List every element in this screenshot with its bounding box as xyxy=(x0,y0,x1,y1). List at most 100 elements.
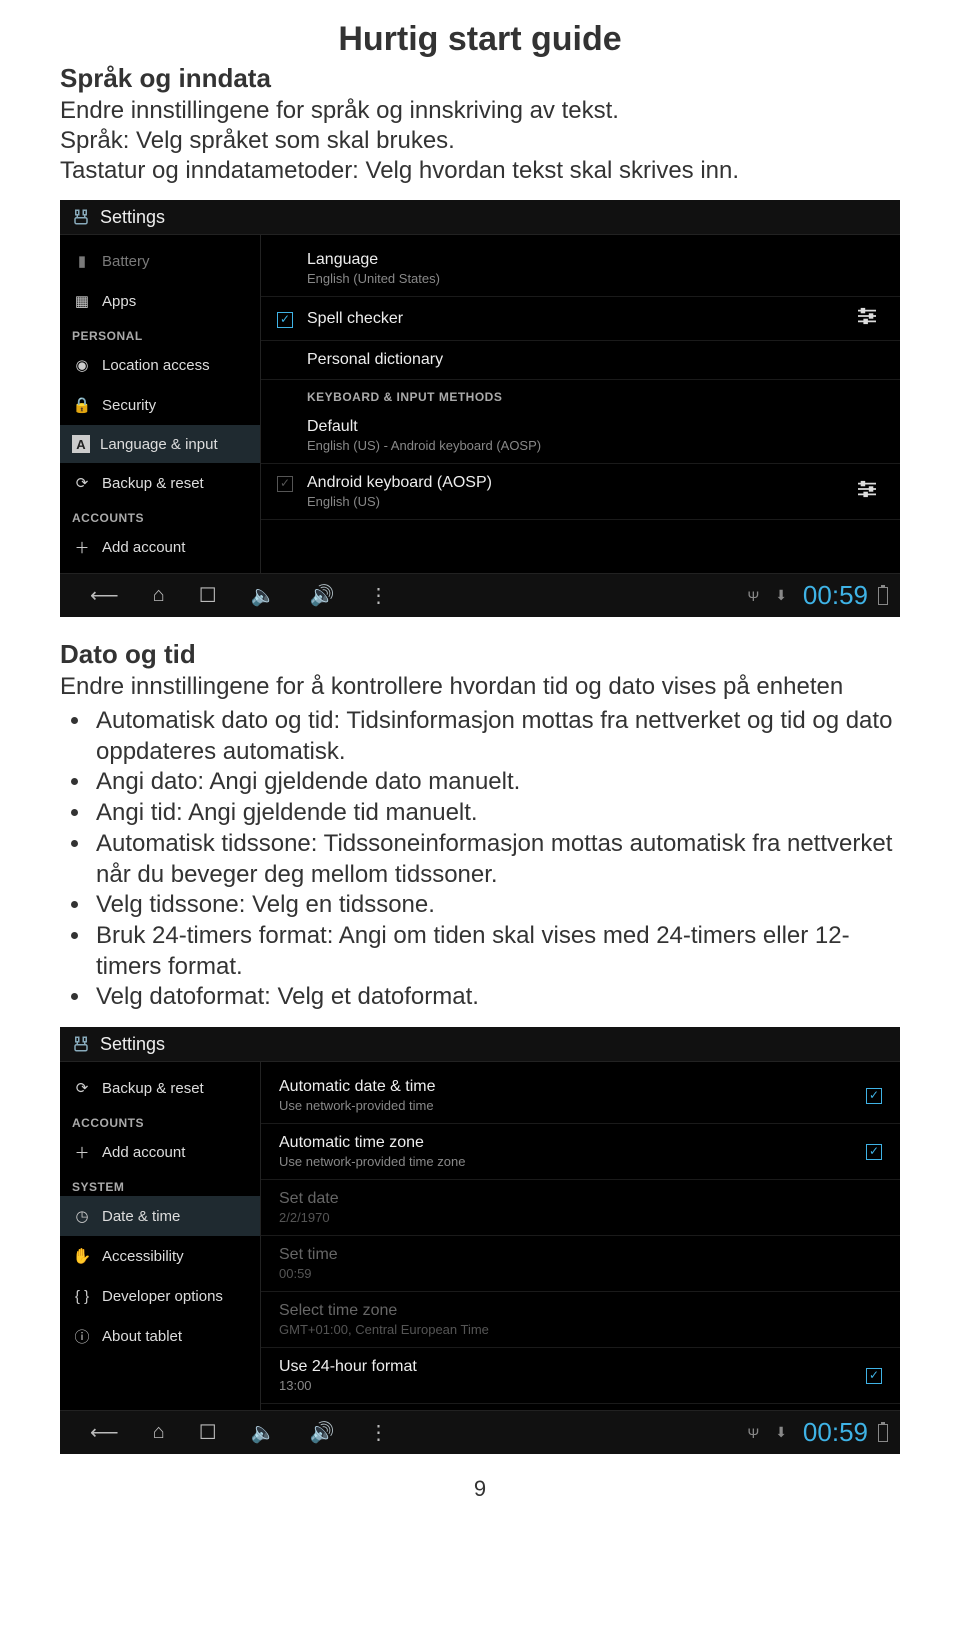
section1-line2: Språk: Velg språket som skal brukes. xyxy=(60,126,900,156)
backup-icon: ⟳ xyxy=(72,1078,92,1098)
sidebar-item-security[interactable]: 🔒 Security xyxy=(60,385,260,425)
menu-icon[interactable]: ⋮ xyxy=(369,583,389,608)
clock-icon: ◷ xyxy=(72,1206,92,1226)
plus-icon: ＋ xyxy=(72,1142,92,1162)
sidebar-item-accessibility[interactable]: ✋ Accessibility xyxy=(60,1236,260,1276)
sidebar-label: Battery xyxy=(102,253,150,270)
sidebar-item-datetime[interactable]: ◷ Date & time xyxy=(60,1196,260,1236)
location-icon: ◉ xyxy=(72,355,92,375)
content-cat-keyboard: KEYBOARD & INPUT METHODS xyxy=(261,380,900,408)
back-icon[interactable]: ⟵ xyxy=(90,1420,119,1445)
bullet-item: Velg datoformat: Velg et datoformat. xyxy=(92,982,900,1013)
section1-line1: Endre innstillingene for språk og innskr… xyxy=(60,96,900,126)
battery-icon: ▮ xyxy=(72,251,92,271)
sidebar-label: Date & time xyxy=(102,1208,180,1225)
info-icon: ⓘ xyxy=(72,1326,92,1346)
row-label: Personal dictionary xyxy=(307,351,443,369)
checkbox-checked-icon[interactable] xyxy=(866,1368,882,1384)
row-label: Language xyxy=(307,251,440,269)
sidebar-label: Backup & reset xyxy=(102,475,204,492)
volume-up-icon[interactable]: 🔊 xyxy=(310,1420,335,1445)
row-sub: 2/2/1970 xyxy=(279,1210,339,1225)
row-auto-datetime[interactable]: Automatic date & time Use network-provid… xyxy=(261,1068,900,1124)
sidebar-item-battery[interactable]: ▮ Battery xyxy=(60,241,260,281)
sidebar-item-apps[interactable]: ▦ Apps xyxy=(60,281,260,321)
download-icon: ⬇ xyxy=(775,587,787,604)
volume-down-icon[interactable]: 🔈 xyxy=(251,1420,276,1445)
sidebar-item-location[interactable]: ◉ Location access xyxy=(60,345,260,385)
row-select-timezone: Select time zone GMT+01:00, Central Euro… xyxy=(261,1292,900,1348)
row-sub: Use network-provided time zone xyxy=(279,1154,465,1169)
menu-icon[interactable]: ⋮ xyxy=(369,1420,389,1445)
sidebar-label: About tablet xyxy=(102,1328,182,1345)
row-default-keyboard[interactable]: Default English (US) - Android keyboard … xyxy=(261,408,900,464)
row-set-time: Set time 00:59 xyxy=(261,1236,900,1292)
row-language[interactable]: Language English (United States) xyxy=(261,241,900,297)
settings-titlebar: Settings xyxy=(60,200,900,235)
sidebar-label: Apps xyxy=(102,293,136,310)
home-icon[interactable]: ⌂ xyxy=(153,584,165,607)
row-sub: 13:00 xyxy=(279,1378,417,1393)
battery-status-icon xyxy=(878,587,888,605)
checkbox-checked-icon[interactable] xyxy=(866,1144,882,1160)
home-icon[interactable]: ⌂ xyxy=(153,1421,165,1444)
sidebar-item-language[interactable]: A Language & input xyxy=(60,425,260,463)
row-label: Spell checker xyxy=(307,310,403,328)
android-navbar: ⟵ ⌂ ☐ 🔈 🔊 ⋮ Ψ ⬇ 00:59 xyxy=(60,573,900,617)
sliders-icon[interactable] xyxy=(856,307,882,330)
page-number: 9 xyxy=(60,1476,900,1502)
checkbox-checked-icon[interactable] xyxy=(277,312,293,328)
row-use-24hour[interactable]: Use 24-hour format 13:00 xyxy=(261,1348,900,1404)
bullet-item: Angi dato: Angi gjeldende dato manuelt. xyxy=(92,767,900,798)
row-sub: Use network-provided time xyxy=(279,1098,436,1113)
row-label: Select time zone xyxy=(279,1302,489,1320)
row-personal-dictionary[interactable]: Personal dictionary xyxy=(261,341,900,380)
row-android-keyboard[interactable]: Android keyboard (AOSP) English (US) xyxy=(261,464,900,520)
recent-icon[interactable]: ☐ xyxy=(199,583,217,608)
settings-sidebar: ▮ Battery ▦ Apps PERSONAL ◉ Location acc… xyxy=(60,235,261,573)
datetime-bullet-list: Automatisk dato og tid: Tidsinformasjon … xyxy=(92,706,900,1013)
sidebar-cat-accounts: ACCOUNTS xyxy=(60,1108,260,1132)
sidebar-item-developer[interactable]: { } Developer options xyxy=(60,1276,260,1316)
hand-icon: ✋ xyxy=(72,1246,92,1266)
row-sub: English (US) xyxy=(307,494,492,509)
download-icon: ⬇ xyxy=(775,1424,787,1441)
row-spell-checker[interactable]: Spell checker xyxy=(261,297,900,341)
recent-icon[interactable]: ☐ xyxy=(199,1420,217,1445)
checkbox-disabled-icon xyxy=(277,476,293,492)
settings-icon xyxy=(70,206,92,228)
sidebar-label: Accessibility xyxy=(102,1248,184,1265)
sidebar-item-about[interactable]: ⓘ About tablet xyxy=(60,1316,260,1356)
sliders-icon[interactable] xyxy=(856,480,882,503)
section-heading-language: Språk og inndata xyxy=(60,63,900,94)
settings-sidebar: ⟳ Backup & reset ACCOUNTS ＋ Add account … xyxy=(60,1062,261,1410)
sidebar-label: Add account xyxy=(102,1144,185,1161)
sidebar-label: Security xyxy=(102,397,156,414)
row-label: Set time xyxy=(279,1246,338,1264)
row-label: Android keyboard (AOSP) xyxy=(307,474,492,492)
sidebar-item-add-account[interactable]: ＋ Add account xyxy=(60,527,260,567)
settings-title: Settings xyxy=(100,207,165,228)
sidebar-label: Add account xyxy=(102,539,185,556)
sidebar-item-backup[interactable]: ⟳ Backup & reset xyxy=(60,463,260,503)
braces-icon: { } xyxy=(72,1286,92,1306)
row-label: Set date xyxy=(279,1190,339,1208)
settings-content: Language English (United States) Spell c… xyxy=(261,235,900,573)
back-icon[interactable]: ⟵ xyxy=(90,583,119,608)
android-navbar: ⟵ ⌂ ☐ 🔈 🔊 ⋮ Ψ ⬇ 00:59 xyxy=(60,1410,900,1454)
battery-status-icon xyxy=(878,1424,888,1442)
settings-title: Settings xyxy=(100,1034,165,1055)
row-sub: English (US) - Android keyboard (AOSP) xyxy=(307,438,541,453)
row-sub: English (United States) xyxy=(307,271,440,286)
section-heading-datetime: Dato og tid xyxy=(60,639,900,670)
checkbox-checked-icon[interactable] xyxy=(866,1088,882,1104)
row-label: Default xyxy=(307,418,541,436)
section2-line1: Endre innstillingene for å kontrollere h… xyxy=(60,672,900,702)
volume-down-icon[interactable]: 🔈 xyxy=(251,583,276,608)
row-auto-timezone[interactable]: Automatic time zone Use network-provided… xyxy=(261,1124,900,1180)
section1-line3: Tastatur og inndatametoder: Velg hvordan… xyxy=(60,156,900,186)
keyboard-a-icon: A xyxy=(72,435,90,453)
volume-up-icon[interactable]: 🔊 xyxy=(310,583,335,608)
sidebar-item-add-account[interactable]: ＋ Add account xyxy=(60,1132,260,1172)
sidebar-item-backup[interactable]: ⟳ Backup & reset xyxy=(60,1068,260,1108)
